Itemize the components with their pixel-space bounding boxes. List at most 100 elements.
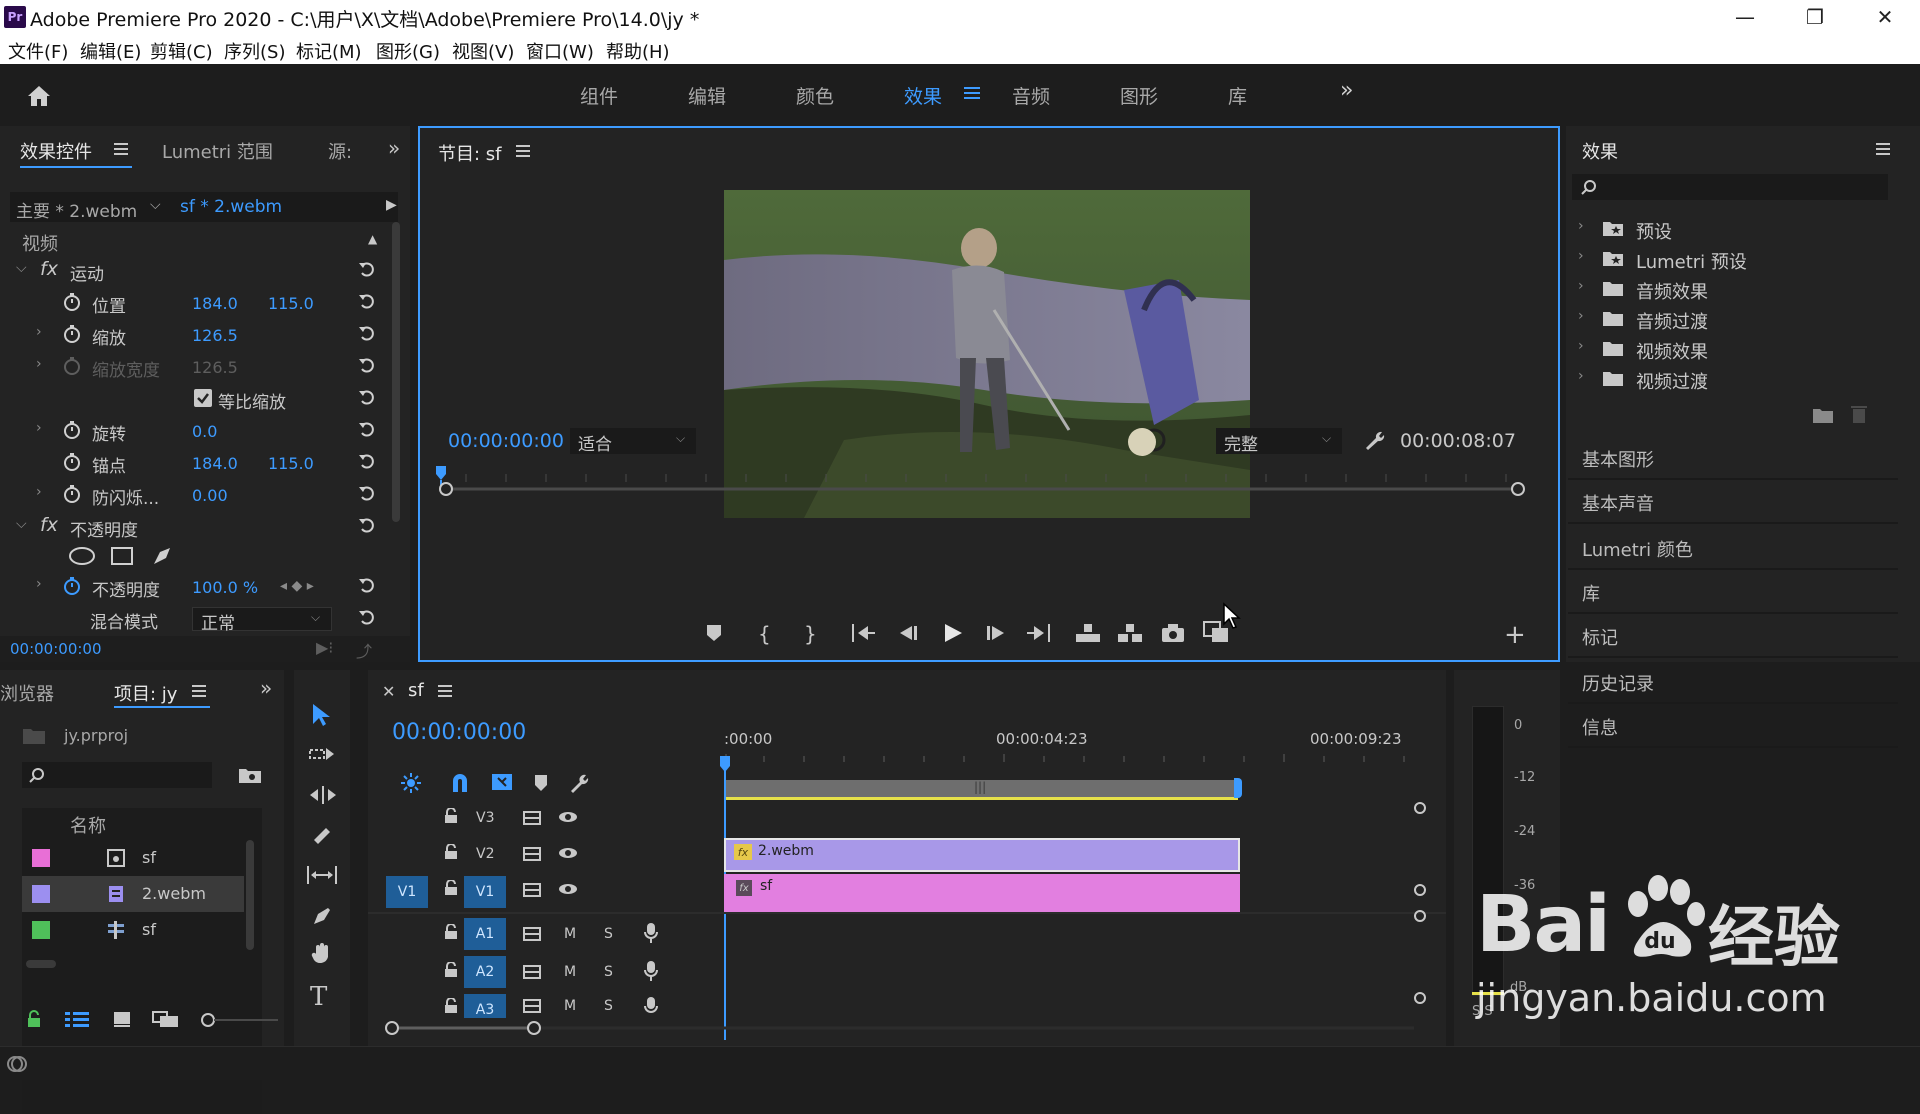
expand-icon[interactable]: › — [1578, 278, 1584, 294]
wrench-icon[interactable] — [568, 772, 590, 794]
label-color-swatch[interactable] — [32, 921, 50, 939]
effects-folder-audio-transitions[interactable]: › 音频过渡 — [1572, 304, 1892, 334]
filter-icon[interactable]: ▶⁝ — [316, 638, 333, 657]
reset-icon[interactable] — [358, 576, 376, 594]
vertical-scroll-handle[interactable] — [1412, 990, 1428, 1006]
reset-icon[interactable] — [358, 356, 376, 374]
source-patch-v1[interactable]: V1 — [386, 876, 428, 908]
panel-essential-sound[interactable]: 基本声音 — [1568, 480, 1898, 524]
step-forward-icon[interactable] — [984, 624, 1006, 642]
reset-icon[interactable] — [358, 516, 376, 534]
lock-icon[interactable] — [26, 1010, 42, 1028]
minimize-button[interactable]: — — [1710, 0, 1780, 34]
play-icon[interactable] — [942, 622, 964, 644]
stopwatch-icon[interactable] — [62, 452, 82, 472]
program-tab[interactable]: 节目: sf — [438, 140, 502, 166]
timeline-ruler[interactable] — [724, 750, 1424, 762]
position-y-value[interactable]: 115.0 — [268, 294, 314, 313]
solo-button[interactable]: S — [604, 964, 613, 980]
extract-icon[interactable] — [1116, 622, 1144, 644]
go-to-in-icon[interactable] — [850, 622, 876, 644]
collapse-icon[interactable]: ⌵ — [16, 260, 27, 276]
clip-v1[interactable]: fx sf — [724, 874, 1240, 912]
anchor-x-value[interactable]: 184.0 — [192, 454, 238, 473]
lock-icon[interactable] — [444, 844, 458, 860]
lock-icon[interactable] — [444, 998, 458, 1014]
scrub-bar[interactable] — [436, 464, 1536, 496]
track-select-tool-icon[interactable] — [308, 744, 336, 764]
expand-icon[interactable]: › — [1578, 248, 1584, 264]
stopwatch-icon[interactable] — [62, 576, 82, 596]
expand-icon[interactable]: › — [36, 420, 42, 436]
expand-icon[interactable]: › — [1578, 368, 1584, 384]
razor-tool-icon[interactable] — [310, 824, 334, 848]
track-target-v1[interactable]: V1 — [464, 876, 506, 908]
pen-mask-icon[interactable] — [150, 544, 174, 568]
opacity-value[interactable]: 100.0 % — [192, 578, 258, 597]
panel-menu-icon[interactable] — [516, 144, 530, 158]
label-color-swatch[interactable] — [32, 849, 50, 867]
menu-help[interactable]: 帮助(H) — [606, 38, 670, 64]
add-marker-icon[interactable] — [706, 624, 722, 642]
scale-row[interactable]: › 缩放 126.5 — [14, 320, 390, 350]
icon-view-icon[interactable] — [112, 1010, 132, 1028]
master-clip-label[interactable]: 主要 * 2.webm — [16, 197, 137, 222]
selection-tool-icon[interactable] — [310, 702, 332, 728]
collapse-icon[interactable]: ⌵ — [16, 516, 27, 532]
tab-lumetri-scopes[interactable]: Lumetri 范围 — [162, 138, 273, 164]
eye-icon[interactable] — [558, 882, 578, 896]
effects-folder-video-effects[interactable]: › 视频效果 — [1572, 334, 1892, 364]
stopwatch-icon[interactable] — [62, 292, 82, 312]
scrollbar-horizontal[interactable] — [26, 960, 56, 968]
blend-mode-row[interactable]: 混合模式 正常 ⌵ — [14, 604, 390, 634]
rotation-value[interactable]: 0.0 — [192, 422, 217, 441]
track-target-a1[interactable]: A1 — [464, 918, 506, 950]
menu-markers[interactable]: 标记(M) — [296, 38, 362, 64]
lock-icon[interactable] — [444, 808, 458, 824]
reset-icon[interactable] — [358, 608, 376, 626]
sync-lock-icon[interactable] — [522, 882, 542, 898]
effects-folder-lumetri-presets[interactable]: › Lumetri 预设 — [1572, 244, 1892, 274]
workspace-tab-audio[interactable]: 音频 — [1012, 82, 1050, 109]
menu-view[interactable]: 视图(V) — [452, 38, 514, 64]
menu-window[interactable]: 窗口(W) — [526, 38, 594, 64]
keyframe-nav-icon[interactable]: ◂ ◆ ▸ — [280, 578, 314, 594]
scrollbar[interactable] — [392, 222, 400, 522]
go-to-out-icon[interactable] — [1026, 622, 1052, 644]
tab-effect-controls[interactable]: 效果控件 — [20, 138, 92, 164]
play-only-icon[interactable]: ▶ — [386, 197, 397, 213]
anchor-y-value[interactable]: 115.0 — [268, 454, 314, 473]
solo-button[interactable]: S — [604, 998, 613, 1014]
panel-libraries[interactable]: 库 — [1568, 570, 1898, 614]
menu-file[interactable]: 文件(F) — [8, 38, 68, 64]
reset-icon[interactable] — [358, 260, 376, 278]
reset-icon[interactable] — [358, 452, 376, 470]
sync-lock-icon[interactable] — [522, 964, 542, 980]
lift-icon[interactable] — [1074, 622, 1102, 644]
rotation-row[interactable]: › 旋转 0.0 — [14, 416, 390, 446]
sequence-clip-label[interactable]: sf * 2.webm — [180, 197, 282, 217]
tab-source[interactable]: 源: — [328, 138, 352, 164]
effects-folder-audio-effects[interactable]: › 音频效果 — [1572, 274, 1892, 304]
sync-lock-icon[interactable] — [522, 810, 542, 826]
scale-value[interactable]: 126.5 — [192, 326, 238, 345]
workspace-tab-graphics[interactable]: 图形 — [1120, 82, 1158, 109]
clip-v2[interactable]: fx 2.webm — [724, 838, 1240, 872]
linked-selection-icon[interactable] — [490, 772, 514, 794]
scroll-up-icon[interactable]: ▲ — [368, 232, 377, 246]
tab-media-browser[interactable]: 浏览器 — [0, 680, 54, 706]
panel-markers[interactable]: 标记 — [1568, 614, 1898, 658]
add-button-icon[interactable]: + — [1504, 620, 1526, 650]
work-area-end-handle[interactable] — [1234, 778, 1242, 798]
project-item[interactable]: sf — [22, 840, 244, 876]
expand-icon[interactable]: › — [36, 484, 42, 500]
reset-icon[interactable] — [358, 420, 376, 438]
menu-edit[interactable]: 编辑(E) — [80, 38, 141, 64]
blend-mode-select[interactable]: 正常 ⌵ — [192, 607, 332, 634]
mark-out-icon[interactable]: } — [804, 622, 817, 646]
export-icon[interactable]: ⤴ — [356, 638, 372, 662]
trash-icon[interactable] — [1850, 404, 1868, 424]
effects-search-input[interactable] — [1572, 174, 1888, 200]
find-bin-icon[interactable] — [238, 766, 262, 784]
chevron-down-icon[interactable]: ⌵ — [150, 197, 161, 213]
